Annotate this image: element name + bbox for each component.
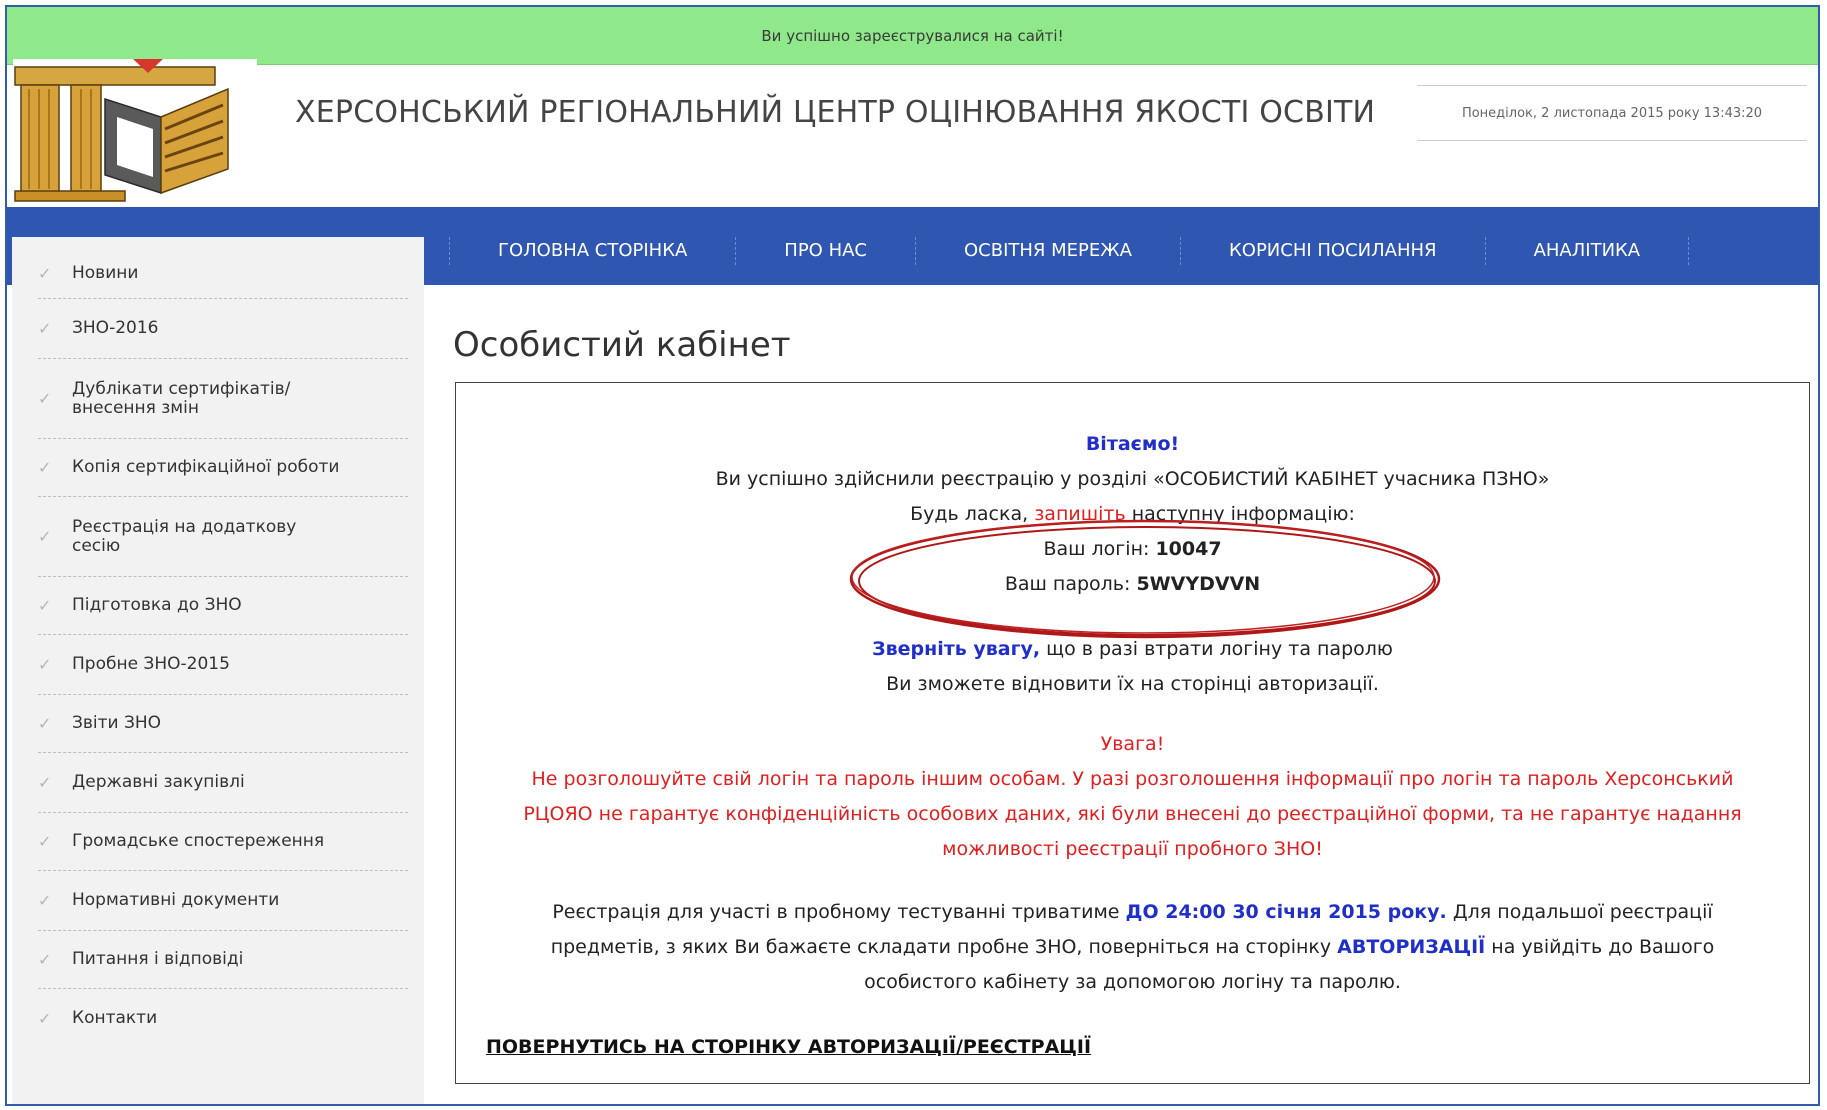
sidebar-item-additional-session[interactable]: ✓ Реєстрація на додаткову сесію <box>38 497 408 577</box>
sidebar-item-label: Питання і відповіді <box>72 949 244 969</box>
nav-item-education-network[interactable]: ОСВІТНЯ МЕРЕЖА <box>915 237 1180 265</box>
check-icon: ✓ <box>38 389 52 408</box>
registration-text: предметів, з яких Ви бажаєте складати пр… <box>550 936 1338 958</box>
registration-line-2: предметів, з яких Ви бажаєте складати пр… <box>456 936 1809 958</box>
check-icon: ✓ <box>38 1008 52 1028</box>
check-icon: ✓ <box>38 596 52 615</box>
sidebar-item-label: Пробне ЗНО-2015 <box>72 654 230 674</box>
greeting-line: Вітаємо! <box>456 433 1809 455</box>
site-title: ХЕРСОНСЬКИЙ РЕГІОНАЛЬНИЙ ЦЕНТР ОЦІНЮВАНН… <box>295 95 1376 130</box>
note-line: Будь ласка, запишіть наступну інформацію… <box>456 503 1809 525</box>
current-date: Понеділок, 2 листопада 2015 року 13:43:2… <box>1417 85 1807 141</box>
registration-deadline: ДО 24:00 30 січня 2015 року. <box>1125 901 1447 923</box>
page-frame: Ви успішно зареєструвалися на сайті! ХЕР… <box>5 5 1820 1106</box>
return-to-auth-link[interactable]: ПОВЕРНУТИСЬ НА СТОРІНКУ АВТОРИЗАЦІЇ/РЕЄС… <box>486 1036 1091 1058</box>
check-icon: ✓ <box>38 832 52 851</box>
registration-info-box: Вітаємо! Ви успішно здійснили реєстрацію… <box>455 382 1810 1084</box>
attention-bold: Зверніть увагу, <box>872 638 1041 660</box>
authorization-link[interactable]: АВТОРИЗАЦІЇ <box>1337 936 1485 958</box>
registration-line-1: Реєстрація для участі в пробному тестува… <box>456 901 1809 923</box>
sidebar-item-certificate-duplicates[interactable]: ✓ Дублікати сертифікатів/ внесення змін <box>38 359 408 439</box>
sidebar-item-zno-reports[interactable]: ✓ Звіти ЗНО <box>38 695 408 753</box>
sidebar-item-label: Новини <box>72 263 139 283</box>
check-icon: ✓ <box>38 950 52 969</box>
password-line: Ваш пароль: 5WVYDVVN <box>456 573 1809 595</box>
registration-text: Реєстрація для участі в пробному тестува… <box>552 901 1126 923</box>
sidebar-item-procurement[interactable]: ✓ Державні закупівлі <box>38 753 408 813</box>
check-icon: ✓ <box>38 264 52 283</box>
check-icon: ✓ <box>38 655 52 674</box>
nav-item-about[interactable]: ПРО НАС <box>735 237 915 265</box>
sidebar-item-zno-preparation[interactable]: ✓ Підготовка до ЗНО <box>38 577 408 635</box>
note-prefix: Будь ласка, <box>910 503 1035 525</box>
check-icon: ✓ <box>38 458 52 477</box>
sidebar-item-zno-2016[interactable]: ✓ ЗНО-2016 <box>38 299 408 359</box>
check-icon: ✓ <box>38 891 52 910</box>
note-suffix: наступну інформацію: <box>1125 503 1355 525</box>
sidebar-item-public-observation[interactable]: ✓ Громадське спостереження <box>38 813 408 871</box>
sidebar-item-certification-copy[interactable]: ✓ Копія сертифікаційної роботи <box>38 439 408 497</box>
sidebar-item-label: Звіти ЗНО <box>72 713 162 733</box>
check-icon: ✓ <box>38 319 52 338</box>
nav-item-useful-links[interactable]: КОРИСНІ ПОСИЛАННЯ <box>1180 237 1485 265</box>
warning-line-2: РЦОЯО не гарантує конфіденційність особо… <box>523 803 1742 825</box>
sidebar-item-label: ЗНО-2016 <box>72 318 159 338</box>
sidebar-item-label: Нормативні документи <box>72 890 280 910</box>
sidebar: ✓ Новини ✓ ЗНО-2016 ✓ Дублікати сертифік… <box>12 237 424 1104</box>
warning-line-3: можливості реєстрації пробного ЗНО! <box>942 838 1323 860</box>
check-icon: ✓ <box>38 773 52 792</box>
sidebar-item-label: Контакти <box>72 1007 158 1028</box>
restore-message: Ви зможете відновити їх на сторінці авто… <box>886 673 1379 695</box>
sidebar-item-regulations[interactable]: ✓ Нормативні документи <box>38 871 408 931</box>
password-value: 5WVYDVVN <box>1136 573 1261 595</box>
login-line: Ваш логін: 10047 <box>456 538 1809 560</box>
attention-rest: що в разі втрати логіну та паролю <box>1040 638 1393 660</box>
greeting: Вітаємо! <box>1085 433 1180 455</box>
registration-text: на увійдіть до Вашого <box>1485 936 1715 958</box>
password-label: Ваш пароль: <box>1004 573 1137 595</box>
sidebar-item-faq[interactable]: ✓ Питання і відповіді <box>38 931 408 989</box>
check-icon: ✓ <box>38 527 52 546</box>
sidebar-item-news[interactable]: ✓ Новини <box>38 249 408 299</box>
registered-message: Ви успішно здійснили реєстрацію у розділ… <box>715 468 1550 490</box>
note-highlight: запишіть <box>1034 503 1126 525</box>
registration-text: Для подальшої реєстрації <box>1446 901 1713 923</box>
success-banner: Ви успішно зареєструвалися на сайті! <box>7 7 1818 65</box>
page-title: Особистий кабінет <box>453 325 791 365</box>
site-logo[interactable] <box>13 59 257 207</box>
check-icon: ✓ <box>38 714 52 733</box>
sidebar-item-trial-zno-2015[interactable]: ✓ Пробне ЗНО-2015 <box>38 635 408 695</box>
warning-title: Увага! <box>1100 733 1165 755</box>
sidebar-item-label: Підготовка до ЗНО <box>72 595 242 615</box>
login-value: 10047 <box>1155 538 1222 560</box>
sidebar-item-label: Громадське спостереження <box>72 831 325 851</box>
success-message: Ви успішно зареєструвалися на сайті! <box>761 26 1064 45</box>
nav-item-home[interactable]: ГОЛОВНА СТОРІНКА <box>449 237 735 265</box>
sidebar-item-label: Державні закупівлі <box>72 772 245 792</box>
attention-line: Зверніть увагу, що в разі втрати логіну … <box>456 638 1809 660</box>
sidebar-item-label: Копія сертифікаційної роботи <box>72 457 340 477</box>
sidebar-item-label: Дублікати сертифікатів/ внесення змін <box>72 378 291 418</box>
nav-item-analytics[interactable]: АНАЛІТИКА <box>1484 237 1690 265</box>
sidebar-item-contacts[interactable]: ✓ Контакти <box>38 989 408 1047</box>
login-label: Ваш логін: <box>1043 538 1156 560</box>
warning-line-1: Не розголошуйте свій логін та пароль інш… <box>531 768 1734 790</box>
sidebar-item-label: Реєстрація на додаткову сесію <box>72 516 297 556</box>
registration-line-3: особистого кабінету за допомогою логіну … <box>864 971 1401 993</box>
